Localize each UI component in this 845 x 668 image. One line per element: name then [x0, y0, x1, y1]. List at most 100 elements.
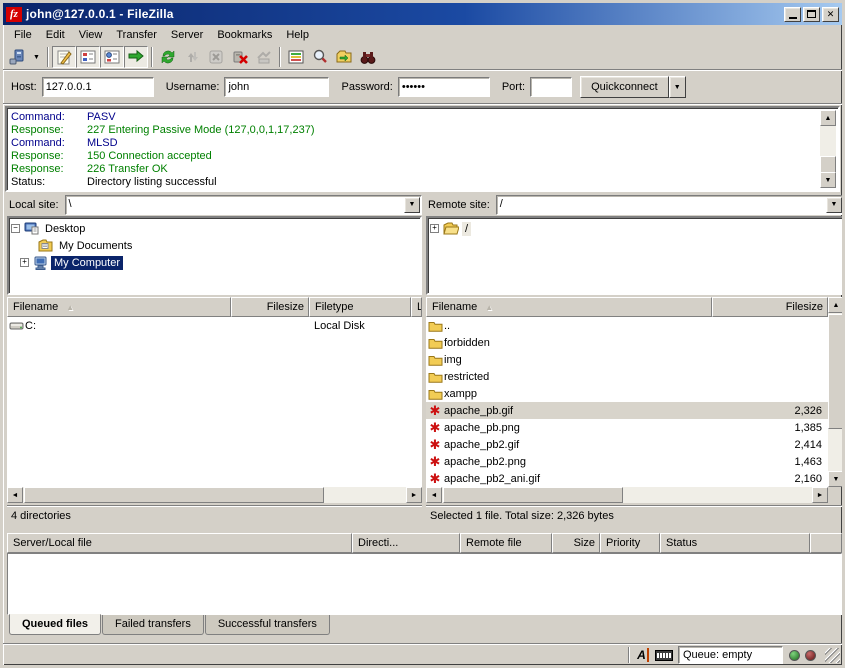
column-header-priority[interactable]: Priority [600, 533, 660, 553]
column-header-filesize[interactable]: Filesize [712, 297, 828, 317]
local-tree-icon [79, 48, 97, 66]
column-header-server-local-file[interactable]: Server/Local file [7, 533, 352, 553]
password-input[interactable] [398, 77, 490, 97]
file-row[interactable]: forbidden [426, 334, 828, 351]
speed-limit-indicator-icon[interactable] [655, 647, 673, 663]
file-row[interactable]: xampp [426, 385, 828, 402]
filezilla-logo-icon: fz [6, 7, 22, 22]
log-scrollbar[interactable]: ▲ ▼ [820, 110, 836, 188]
local-horizontal-scrollbar[interactable]: ◄ ► [7, 487, 422, 503]
find-files-button[interactable] [356, 46, 380, 68]
tree-item-my-documents[interactable]: My Documents [11, 237, 418, 254]
resize-grip[interactable] [825, 648, 840, 663]
menu-transfer[interactable]: Transfer [109, 27, 164, 43]
toggle-transfer-queue-button[interactable] [124, 46, 148, 68]
file-row[interactable]: ✱apache_pb2.gif2,414 [426, 436, 828, 453]
minimize-button[interactable] [784, 7, 801, 22]
port-input[interactable] [530, 77, 572, 97]
remote-hscrollbar-thumb[interactable] [443, 487, 623, 503]
tab-failed-transfers[interactable]: Failed transfers [102, 615, 204, 635]
scroll-left-icon[interactable]: ◄ [426, 487, 442, 503]
toggle-remote-tree-button[interactable] [100, 46, 124, 68]
tab-queued-files[interactable]: Queued files [9, 614, 101, 635]
host-input[interactable] [42, 77, 154, 97]
site-manager-button[interactable] [5, 46, 29, 68]
drive-icon [7, 320, 25, 331]
filter-button[interactable] [284, 46, 308, 68]
username-input[interactable] [224, 77, 329, 97]
cancel-operation-button[interactable] [204, 46, 228, 68]
image-file-icon: ✱ [426, 403, 444, 419]
scroll-right-icon[interactable]: ► [812, 487, 828, 503]
scroll-up-icon[interactable]: ▲ [828, 297, 844, 313]
column-header-filename[interactable]: Filename▲ [7, 297, 231, 317]
reconnect-icon [255, 48, 273, 66]
remote-vertical-scrollbar[interactable]: ▲ ▼ [828, 297, 844, 487]
menu-file[interactable]: File [7, 27, 39, 43]
local-site-combo[interactable]: \ ▼ [65, 195, 422, 215]
column-header-direction[interactable]: Directi... [352, 533, 460, 553]
menu-edit[interactable]: Edit [39, 27, 72, 43]
statusbar-separator [628, 647, 630, 663]
remote-vscrollbar-thumb[interactable] [828, 314, 844, 429]
directory-comparison-button[interactable] [308, 46, 332, 68]
remote-horizontal-scrollbar[interactable]: ◄ ► [426, 487, 828, 503]
local-list-header: Filename▲ Filesize Filetype L [7, 297, 422, 317]
scroll-down-icon[interactable]: ▼ [820, 172, 836, 188]
menu-view[interactable]: View [72, 27, 110, 43]
column-header-lastmodified[interactable]: L [411, 297, 422, 317]
column-header-remote-file[interactable]: Remote file [460, 533, 552, 553]
ascii-data-type-icon[interactable]: A [634, 647, 652, 663]
file-row[interactable]: .. [426, 317, 828, 334]
folder-icon [426, 371, 444, 383]
close-button[interactable]: ✕ [822, 7, 839, 22]
column-header-filesize[interactable]: Filesize [231, 297, 309, 317]
tab-successful-transfers[interactable]: Successful transfers [205, 615, 330, 635]
collapse-icon[interactable]: − [11, 224, 20, 233]
file-row[interactable]: restricted [426, 368, 828, 385]
menu-bookmarks[interactable]: Bookmarks [210, 27, 279, 43]
dropdown-icon: ▼ [409, 201, 416, 208]
file-row[interactable]: ✱apache_pb.png1,385 [426, 419, 828, 436]
remote-file-list: .. forbidden img restricted xampp ✱apach… [426, 317, 828, 487]
menu-help[interactable]: Help [279, 27, 316, 43]
scroll-down-icon[interactable]: ▼ [828, 471, 844, 487]
column-header-size[interactable]: Size [552, 533, 600, 553]
local-site-dropdown[interactable]: ▼ [404, 197, 420, 213]
remote-site-combo[interactable]: / ▼ [496, 195, 844, 215]
disconnect-button[interactable] [228, 46, 252, 68]
title-bar[interactable]: fz john@127.0.0.1 - FileZilla ✕ [3, 3, 842, 25]
remote-pane: Remote site: / ▼ + / Filename▲ Filesize … [426, 194, 844, 527]
file-row[interactable]: ✱apache_pb2.png1,463 [426, 453, 828, 470]
expand-icon[interactable]: + [430, 224, 439, 233]
my-computer-icon [33, 256, 48, 270]
queue-body [7, 553, 842, 615]
scroll-right-icon[interactable]: ► [406, 487, 422, 503]
quickconnect-dropdown[interactable]: ▼ [669, 76, 686, 98]
local-hscrollbar-thumb[interactable] [24, 487, 324, 503]
tree-item-root[interactable]: + / [430, 220, 840, 237]
tree-item-desktop[interactable]: − Desktop [11, 220, 418, 237]
column-header-filename[interactable]: Filename▲ [426, 297, 712, 317]
scroll-left-icon[interactable]: ◄ [7, 487, 23, 503]
process-queue-button[interactable] [180, 46, 204, 68]
file-row[interactable]: img [426, 351, 828, 368]
tree-item-my-computer[interactable]: + My Computer [11, 254, 418, 271]
quickconnect-button[interactable]: Quickconnect [580, 76, 669, 98]
file-row[interactable]: ✱apache_pb2_ani.gif2,160 [426, 470, 828, 487]
file-row[interactable]: C: Local Disk [7, 317, 422, 334]
column-header-filetype[interactable]: Filetype [309, 297, 411, 317]
toggle-message-log-button[interactable] [52, 46, 76, 68]
column-header-status[interactable]: Status [660, 533, 810, 553]
expand-icon[interactable]: + [20, 258, 29, 267]
menu-server[interactable]: Server [164, 27, 210, 43]
remote-site-dropdown[interactable]: ▼ [826, 197, 842, 213]
toggle-local-tree-button[interactable] [76, 46, 100, 68]
scroll-up-icon[interactable]: ▲ [820, 110, 836, 126]
synchronized-browsing-button[interactable] [332, 46, 356, 68]
refresh-button[interactable] [156, 46, 180, 68]
file-row-selected[interactable]: ✱apache_pb.gif2,326 [426, 402, 828, 419]
site-manager-dropdown[interactable]: ▼ [29, 46, 44, 68]
maximize-button[interactable] [803, 7, 820, 22]
reconnect-button[interactable] [252, 46, 276, 68]
